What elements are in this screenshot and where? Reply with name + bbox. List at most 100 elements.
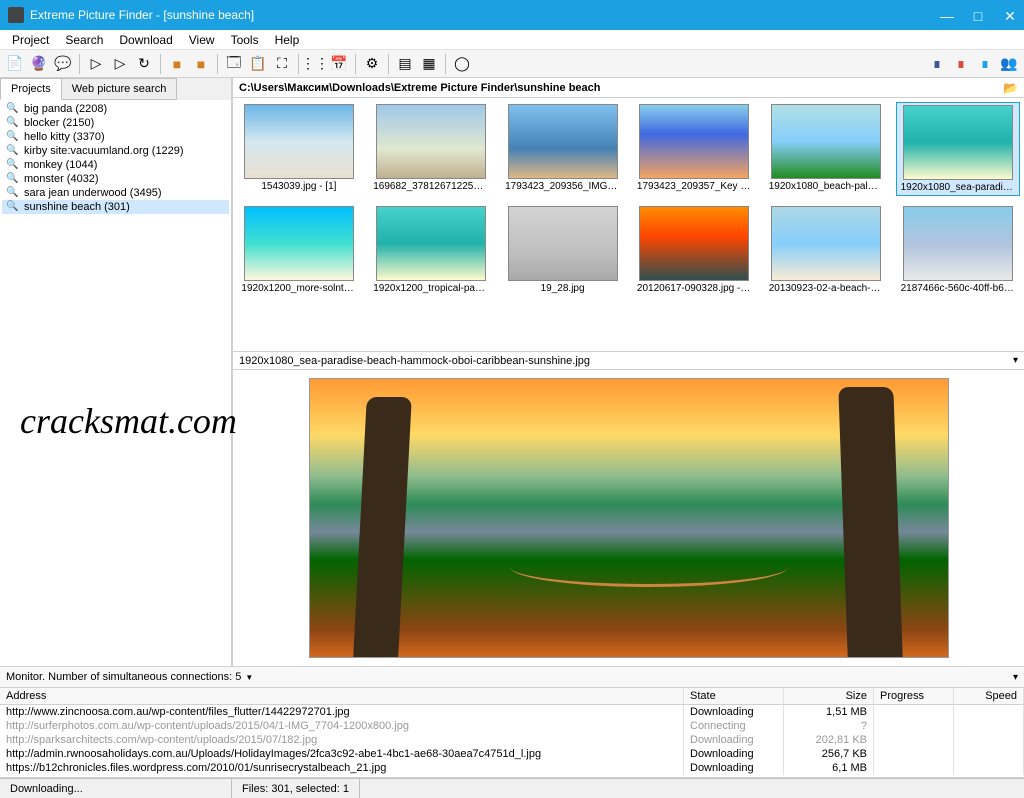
tab-projects[interactable]: Projects <box>0 78 62 100</box>
thumbnail-caption: 1920x1200_more-solntse-... <box>241 283 356 294</box>
project-item[interactable]: kirby site:vacuumland.org (1229) <box>2 144 229 158</box>
thumbnail-panel: 1543039.jpg - [1]169682_378126712251948_… <box>233 98 1024 352</box>
thumbnail[interactable]: 1920x1080_beach-palms-o... - [1] <box>764 102 888 196</box>
status-bar: Downloading... Files: 301, selected: 1 <box>0 778 1024 798</box>
dl-speed <box>954 761 1024 775</box>
project-icon <box>6 145 20 157</box>
new-project-icon[interactable]: 📄 <box>4 53 26 75</box>
project-item[interactable]: monster (4032) <box>2 172 229 186</box>
play-all-icon[interactable]: ▷ <box>109 53 131 75</box>
project-label: monkey (1044) <box>24 159 97 171</box>
open-folder-icon[interactable]: 📂 <box>1003 81 1018 95</box>
thumbnail[interactable]: 20130923-02-a-beach-cott... <box>764 204 888 296</box>
thumbnail[interactable]: 169682_378126712251948_... - [1] <box>369 102 493 196</box>
gear-icon[interactable]: ⚙ <box>361 53 383 75</box>
monitor-down-icon[interactable]: ▼ <box>241 673 257 682</box>
thumbnail[interactable]: 1920x1080_sea-paradise-... - [1] <box>896 102 1020 196</box>
menu-search[interactable]: Search <box>57 31 111 49</box>
dots-icon[interactable]: ⋮⋮ <box>304 53 326 75</box>
header-size[interactable]: Size <box>784 688 874 704</box>
chevron-down-icon[interactable]: ▾ <box>1013 355 1018 366</box>
project-label: big panda (2208) <box>24 103 107 115</box>
path-text: C:\Users\Максим\Downloads\Extreme Pictur… <box>239 82 1003 94</box>
header-speed[interactable]: Speed <box>954 688 1024 704</box>
header-address[interactable]: Address <box>0 688 684 704</box>
facebook-icon[interactable]: ∎ <box>926 53 948 75</box>
sidebar: Projects Web picture search big panda (2… <box>0 78 232 666</box>
header-progress[interactable]: Progress <box>874 688 954 704</box>
thumbnail[interactable]: 19_28.jpg <box>501 204 625 296</box>
play-icon[interactable]: ▷ <box>85 53 107 75</box>
header-state[interactable]: State <box>684 688 784 704</box>
view2-icon[interactable]: ▦ <box>418 53 440 75</box>
list-icon[interactable]: 📋 <box>247 53 269 75</box>
project-icon <box>6 159 20 171</box>
menu-project[interactable]: Project <box>4 31 57 49</box>
download-row[interactable]: http://www.zincnoosa.com.au/wp-content/f… <box>0 705 1024 719</box>
project-icon <box>6 131 20 143</box>
view1-icon[interactable]: ▤ <box>394 53 416 75</box>
project-icon <box>6 117 20 129</box>
monitor-chevron-icon[interactable]: ▾ <box>1013 672 1018 683</box>
dl-progress <box>874 747 954 761</box>
thumbnail-caption: 1793423_209357_Key shot - media size.jpg… <box>637 181 752 192</box>
wizard-icon[interactable]: 🔮 <box>28 53 50 75</box>
thumbnail-caption: 1920x1080_sea-paradise-... - [1] <box>901 182 1016 193</box>
project-item[interactable]: sunshine beach (301) <box>2 200 229 214</box>
stop-icon[interactable]: ■ <box>166 53 188 75</box>
thumbnail-image <box>639 206 749 281</box>
thumbnail[interactable]: 1920x1200_tropical-paradis... <box>369 204 493 296</box>
thumbnail[interactable]: 20120617-090328.jpg - [1] <box>633 204 757 296</box>
project-list: big panda (2208)blocker (2150)hello kitt… <box>0 100 231 666</box>
google-icon[interactable]: ∎ <box>950 53 972 75</box>
menu-help[interactable]: Help <box>267 31 308 49</box>
tip-icon[interactable]: 👥 <box>998 53 1020 75</box>
download-row[interactable]: https://b12chronicles.files.wordpress.co… <box>0 761 1024 775</box>
expand-icon[interactable]: ⛶ <box>271 53 293 75</box>
thumbnail[interactable]: 1793423_209357_Key shot - media size.jpg… <box>633 102 757 196</box>
menu-view[interactable]: View <box>181 31 223 49</box>
circle-icon[interactable]: ◯ <box>451 53 473 75</box>
download-headers: Address State Size Progress Speed <box>0 688 1024 705</box>
calendar-icon[interactable]: 📅 <box>328 53 350 75</box>
monitor-label: Monitor. Number of simultaneous connecti… <box>6 671 241 683</box>
download-row[interactable]: http://sparksarchitects.com/wp-content/u… <box>0 733 1024 747</box>
search-icon[interactable]: 💬 <box>52 53 74 75</box>
status-files: Files: 301, selected: 1 <box>232 779 360 798</box>
project-label: sara jean underwood (3495) <box>24 187 162 199</box>
app-icon <box>8 7 24 23</box>
thumbnail-image <box>244 104 354 179</box>
preview-image <box>309 378 949 658</box>
project-label: sunshine beach (301) <box>24 201 130 213</box>
refresh-icon[interactable]: ↻ <box>133 53 155 75</box>
thumbnail-image <box>508 104 618 179</box>
twitter-icon[interactable]: ∎ <box>974 53 996 75</box>
minimize-button[interactable]: — <box>940 9 952 21</box>
download-row[interactable]: http://admin.rwnoosaholidays.com.au/Uplo… <box>0 747 1024 761</box>
thumbnail[interactable]: 1793423_209356_IMG_9... - [1] <box>501 102 625 196</box>
stop-all-icon[interactable]: ■ <box>190 53 212 75</box>
thumbnail-caption: 20130923-02-a-beach-cott... <box>769 283 884 294</box>
project-item[interactable]: sara jean underwood (3495) <box>2 186 229 200</box>
project-item[interactable]: blocker (2150) <box>2 116 229 130</box>
dl-speed <box>954 733 1024 747</box>
thumbnail[interactable]: 1920x1200_more-solntse-... <box>237 204 361 296</box>
menu-tools[interactable]: Tools <box>223 31 267 49</box>
close-button[interactable]: ✕ <box>1004 9 1016 21</box>
window-icon[interactable]: 🗔 <box>223 53 245 75</box>
preview-filename: 1920x1080_sea-paradise-beach-hammock-obo… <box>239 355 1013 367</box>
maximize-button[interactable]: □ <box>972 9 984 21</box>
dl-state: Downloading <box>684 733 784 747</box>
sidebar-tabs: Projects Web picture search <box>0 78 231 100</box>
download-row[interactable]: http://surferphotos.com.au/wp-content/up… <box>0 719 1024 733</box>
menu-download[interactable]: Download <box>111 31 180 49</box>
project-item[interactable]: big panda (2208) <box>2 102 229 116</box>
thumbnail-image <box>771 206 881 281</box>
thumbnail[interactable]: 1543039.jpg - [1] <box>237 102 361 196</box>
thumbnail-caption: 1920x1080_beach-palms-o... - [1] <box>769 181 884 192</box>
thumbnail[interactable]: 2187466c-560c-40ff-b633-... <box>896 204 1020 296</box>
project-item[interactable]: monkey (1044) <box>2 158 229 172</box>
tab-web-search[interactable]: Web picture search <box>61 78 178 100</box>
dl-address: http://sparksarchitects.com/wp-content/u… <box>0 733 684 747</box>
project-item[interactable]: hello kitty (3370) <box>2 130 229 144</box>
